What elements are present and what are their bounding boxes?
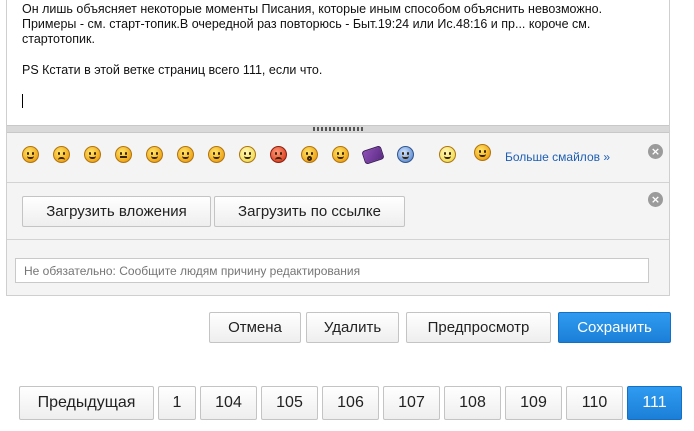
text-caret xyxy=(22,94,23,108)
neutral-icon[interactable] xyxy=(115,146,132,163)
laugh-icon[interactable] xyxy=(474,144,491,161)
post-editor: Он лишь объясняет некоторые моменты Писа… xyxy=(6,0,670,296)
text-line: Он лишь объясняет некоторые моменты Писа… xyxy=(22,2,603,16)
close-icon[interactable]: × xyxy=(648,192,663,207)
grip-icon xyxy=(313,127,365,131)
page-button[interactable]: 104 xyxy=(200,386,257,420)
close-icon[interactable]: × xyxy=(648,144,663,159)
page-button[interactable]: 106 xyxy=(322,386,379,420)
preview-button[interactable]: Предпросмотр xyxy=(406,312,551,343)
current-page-button[interactable]: 111 xyxy=(627,386,682,420)
eyes-icon[interactable] xyxy=(239,146,256,163)
surprised-icon[interactable] xyxy=(84,146,101,163)
prev-page-button[interactable]: Предыдущая xyxy=(19,386,154,420)
delete-button[interactable]: Удалить xyxy=(306,312,399,343)
page-button[interactable]: 109 xyxy=(505,386,562,420)
tongue-icon[interactable] xyxy=(177,146,194,163)
upload-attachments-button[interactable]: Загрузить вложения xyxy=(22,196,211,227)
smiley-panel: Больше смайлов » × xyxy=(7,135,669,183)
thumbs-icon[interactable] xyxy=(439,146,456,163)
page-button[interactable]: 105 xyxy=(261,386,318,420)
book-icon[interactable] xyxy=(361,145,385,165)
save-button[interactable]: Сохранить xyxy=(558,312,671,343)
editor-resize-handle[interactable] xyxy=(7,125,669,133)
upload-by-link-button[interactable]: Загрузить по ссылке xyxy=(214,196,405,227)
wink-icon[interactable] xyxy=(332,146,349,163)
text-line: Примеры - см. старт-топик.В очередной ра… xyxy=(22,17,591,31)
grin-icon[interactable] xyxy=(146,146,163,163)
shocked-icon[interactable] xyxy=(301,146,318,163)
cancel-button[interactable]: Отмена xyxy=(209,312,301,343)
page-button[interactable]: 1 xyxy=(158,386,196,420)
cool-icon[interactable] xyxy=(208,146,225,163)
more-smileys-link[interactable]: Больше смайлов » xyxy=(505,150,610,164)
edit-reason-input[interactable] xyxy=(15,258,649,283)
message-textarea[interactable]: Он лишь объясняет некоторые моменты Писа… xyxy=(7,0,669,125)
smile-icon[interactable] xyxy=(22,146,39,163)
text-line: стартотопик. xyxy=(22,32,95,46)
text-line: PS Кстати в этой ветке страниц всего 111… xyxy=(22,63,323,77)
page-button[interactable]: 107 xyxy=(383,386,440,420)
blue-smile-icon[interactable] xyxy=(397,146,414,163)
page-button[interactable]: 108 xyxy=(444,386,501,420)
page-button[interactable]: 110 xyxy=(566,386,623,420)
attachments-panel: Загрузить вложения Загрузить по ссылке × xyxy=(7,183,669,240)
sad-icon[interactable] xyxy=(53,146,70,163)
angry-icon[interactable] xyxy=(270,146,287,163)
